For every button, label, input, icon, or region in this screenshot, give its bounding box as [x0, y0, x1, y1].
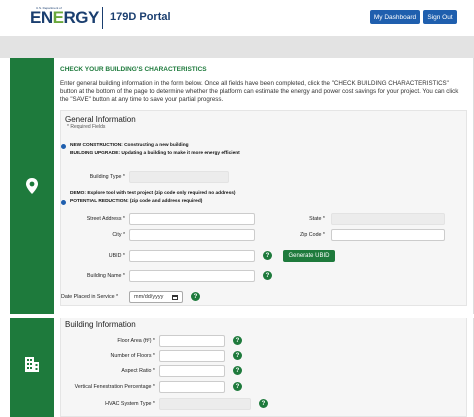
- floor-area-label: Floor Area (ft²) *: [117, 338, 155, 344]
- logo-text-c: RGY: [63, 8, 99, 27]
- section-sidebar: [10, 58, 54, 314]
- building-name-label: Building Name *: [87, 273, 125, 279]
- my-dashboard-button[interactable]: My Dashboard: [370, 10, 420, 24]
- section-heading: CHECK YOUR BUILDING'S CHARACTERISTICS: [60, 66, 207, 73]
- demo-radio[interactable]: [61, 200, 66, 205]
- building-information-panel: Building Information Floor Area (ft²) * …: [60, 318, 467, 417]
- building-name-help-icon[interactable]: ?: [263, 271, 272, 280]
- street-address-label: Street Address *: [86, 216, 125, 222]
- hvac-help-icon[interactable]: ?: [259, 399, 268, 408]
- date-placed-input[interactable]: mm/dd/yyyy: [129, 291, 183, 303]
- calendar-icon[interactable]: [172, 295, 178, 300]
- potential-reduction-label: POTENTIAL REDUCTION: (zip code and addre…: [70, 199, 203, 204]
- aspect-ratio-label: Aspect Ratio *: [121, 368, 155, 374]
- date-help-icon[interactable]: ?: [191, 292, 200, 301]
- energy-logo[interactable]: ENERGY: [30, 8, 99, 28]
- city-label: City *: [112, 232, 125, 238]
- demo-label: DEMO: Explore tool with test project (zi…: [70, 191, 236, 196]
- city-input[interactable]: [129, 229, 255, 241]
- section-content-2: Building Information Floor Area (ft²) * …: [54, 318, 474, 417]
- logo-divider: [102, 7, 103, 29]
- aspect-ratio-input[interactable]: [159, 365, 225, 377]
- hvac-system-select[interactable]: [159, 398, 251, 410]
- state-label: State *: [309, 216, 325, 222]
- ubid-input[interactable]: [129, 250, 255, 262]
- number-of-floors-input[interactable]: [159, 350, 225, 362]
- building-type-label: Building Type *: [89, 174, 125, 180]
- portal-title: 179D Portal: [110, 11, 171, 23]
- section-content: CHECK YOUR BUILDING'S CHARACTERISTICS En…: [54, 58, 474, 314]
- new-construction-label: NEW CONSTRUCTION: Constructing a new bui…: [70, 143, 189, 148]
- building-information-title: Building Information: [65, 320, 136, 329]
- logo-text-b: E: [52, 8, 64, 27]
- building-information-section: Building Information Floor Area (ft²) * …: [10, 318, 474, 417]
- aspect-ratio-help-icon[interactable]: ?: [233, 366, 242, 375]
- state-select[interactable]: [331, 213, 445, 225]
- sign-out-button[interactable]: Sign Out: [423, 10, 457, 24]
- location-pin-icon: [26, 178, 38, 194]
- fenestration-input[interactable]: [159, 381, 225, 393]
- ubid-label: UBID *: [108, 253, 125, 259]
- date-placed-label: Date Placed in Service *: [61, 294, 119, 300]
- general-information-panel: General Information * Required Fields NE…: [60, 110, 467, 306]
- floor-area-help-icon[interactable]: ?: [233, 336, 242, 345]
- building-type-select[interactable]: [129, 171, 229, 183]
- street-address-input[interactable]: [129, 213, 255, 225]
- zip-code-label: Zip Code *: [299, 232, 325, 238]
- header: U.S. Department of ENERGY 179D Portal My…: [0, 0, 474, 36]
- floors-help-icon[interactable]: ?: [233, 351, 242, 360]
- required-note: * Required Fields: [67, 124, 106, 130]
- fenestration-help-icon[interactable]: ?: [233, 382, 242, 391]
- intro-text: Enter general building information in th…: [60, 80, 459, 104]
- floor-area-input[interactable]: [159, 335, 225, 347]
- generate-ubid-button[interactable]: Generate UBID: [283, 250, 335, 262]
- top-band: [0, 36, 474, 58]
- date-placeholder: mm/dd/yyyy: [134, 294, 164, 300]
- hvac-system-label: HVAC System Type *: [105, 401, 155, 407]
- general-information-title: General Information: [65, 115, 136, 124]
- zip-code-input[interactable]: [331, 229, 445, 241]
- building-name-input[interactable]: [129, 270, 255, 282]
- number-of-floors-label: Number of Floors *: [110, 353, 155, 359]
- logo-text-a: EN: [30, 8, 53, 27]
- construction-radio[interactable]: [61, 144, 66, 149]
- building-upgrade-label: BUILDING UPGRADE: Updating a building to…: [70, 151, 240, 156]
- building-icon: [25, 357, 39, 372]
- ubid-help-icon[interactable]: ?: [263, 251, 272, 260]
- section-sidebar-2: [10, 318, 54, 417]
- fenestration-label: Vertical Fenestration Percentage *: [74, 384, 155, 390]
- characteristics-section: CHECK YOUR BUILDING'S CHARACTERISTICS En…: [10, 58, 474, 314]
